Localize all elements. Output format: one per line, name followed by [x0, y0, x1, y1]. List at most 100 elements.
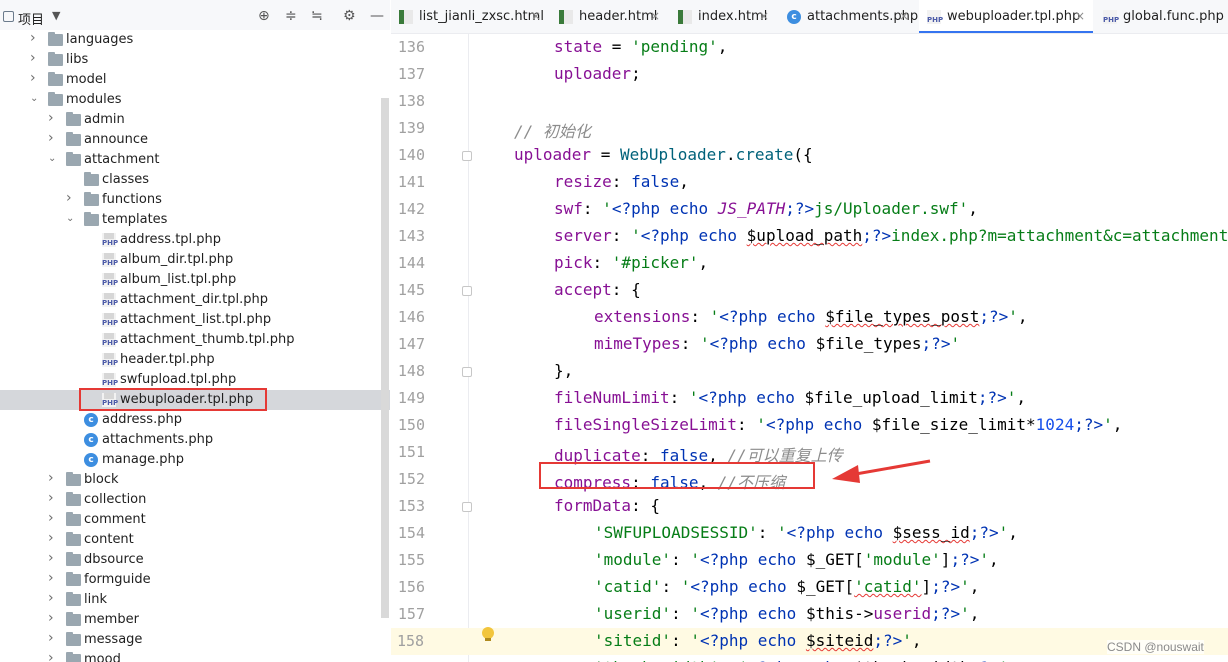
folder-icon — [66, 132, 81, 146]
tree-item[interactable]: › member — [0, 610, 390, 630]
chevron-right-icon[interactable]: › — [66, 190, 76, 206]
tree-item[interactable]: › announce — [0, 130, 390, 150]
code-token: $file_size_limit — [871, 415, 1027, 434]
chevron-right-icon[interactable]: › — [30, 30, 40, 46]
editor-tab[interactable]: c attachments.php × — [779, 0, 918, 33]
line-number: 159 — [391, 655, 425, 662]
code-token: * — [1026, 415, 1036, 434]
chevron-right-icon[interactable]: › — [30, 70, 40, 86]
folder-icon — [84, 212, 99, 226]
chevron-down-icon[interactable]: ⌄ — [30, 93, 40, 104]
tree-item-label: libs — [66, 52, 89, 67]
editor-tab[interactable]: index.html × — [670, 0, 777, 33]
code-token: $upload_path — [746, 226, 863, 245]
tree-item[interactable]: › dbsource — [0, 550, 390, 570]
chevron-right-icon[interactable]: › — [48, 530, 58, 546]
tree-item[interactable]: PHP album_dir.tpl.php — [0, 250, 390, 270]
tree-item[interactable]: PHP header.tpl.php — [0, 350, 390, 370]
chevron-right-icon[interactable]: › — [48, 590, 58, 606]
tree-item[interactable]: PHP attachment_list.tpl.php — [0, 310, 390, 330]
chevron-right-icon[interactable]: › — [30, 50, 40, 66]
code-token: : — [592, 253, 612, 272]
chevron-down-icon[interactable]: ⌄ — [48, 153, 58, 164]
close-icon[interactable]: × — [650, 9, 660, 23]
tree-scrollbar[interactable] — [381, 98, 389, 618]
code-token: index.php?m=attachment&c=attachments&a=u… — [891, 226, 1228, 245]
tree-item[interactable]: › content — [0, 530, 390, 550]
tree-item-label: formguide — [84, 572, 151, 587]
folder-icon — [66, 652, 81, 662]
code-token: <?php echo — [699, 604, 806, 623]
editor-tab[interactable]: PHP global.func.php — [1095, 0, 1228, 33]
tree-item-label: swfupload.tpl.php — [120, 372, 237, 387]
close-icon[interactable]: × — [899, 9, 909, 23]
expand-all-icon[interactable]: ≑ — [285, 8, 297, 24]
tree-item[interactable]: › libs — [0, 50, 390, 70]
code-token: pick — [554, 253, 593, 272]
tree-item[interactable]: ⌄ attachment — [0, 150, 390, 170]
tree-item[interactable]: c attachments.php — [0, 430, 390, 450]
tree-item[interactable]: c manage.php — [0, 450, 390, 470]
tree-item[interactable]: PHP swfupload.tpl.php — [0, 370, 390, 390]
tree-item[interactable]: › languages — [0, 30, 390, 50]
tree-item[interactable]: ⌄ modules — [0, 90, 390, 110]
code-editor[interactable]: state = 'pending', uploader;// 初始化 uploade… — [469, 34, 1228, 662]
close-icon[interactable]: × — [1075, 9, 1085, 23]
gear-icon[interactable]: ⚙ — [343, 8, 356, 24]
code-line: 'module': '<?php echo $_GET['module'];?>… — [469, 547, 1228, 574]
code-token: 'thumb_width' — [594, 658, 719, 662]
tree-item[interactable]: › message — [0, 630, 390, 650]
chevron-right-icon[interactable]: › — [48, 110, 58, 126]
folder-icon — [66, 632, 81, 646]
close-icon[interactable]: × — [759, 9, 769, 23]
code-token: mimeTypes — [594, 334, 681, 353]
code-token: : — [690, 307, 710, 326]
close-icon[interactable]: × — [531, 9, 541, 23]
chevron-right-icon[interactable]: › — [48, 510, 58, 526]
tree-item[interactable]: PHP album_list.tpl.php — [0, 270, 390, 290]
tree-item[interactable]: PHP attachment_thumb.tpl.php — [0, 330, 390, 350]
chevron-right-icon[interactable]: › — [48, 610, 58, 626]
tree-item[interactable]: c address.php — [0, 410, 390, 430]
folder-icon — [48, 52, 63, 66]
chevron-right-icon[interactable]: › — [48, 490, 58, 506]
collapse-all-icon[interactable]: ≒ — [311, 8, 323, 24]
chevron-right-icon[interactable]: › — [48, 470, 58, 486]
chevron-right-icon[interactable]: › — [48, 130, 58, 146]
code-token: ' — [690, 604, 700, 623]
tree-item[interactable]: › link — [0, 590, 390, 610]
tree-item[interactable]: › comment — [0, 510, 390, 530]
code-token: $this-> — [805, 604, 874, 623]
tree-item[interactable]: PHP address.tpl.php — [0, 230, 390, 250]
code-token: : — [671, 550, 691, 569]
chevron-down-icon[interactable]: ⌄ — [66, 213, 76, 224]
tree-item[interactable]: classes — [0, 170, 390, 190]
project-panel-title[interactable]: 项目 — [18, 9, 44, 28]
tree-item[interactable]: › block — [0, 470, 390, 490]
tree-item[interactable]: ⌄ templates — [0, 210, 390, 230]
chevron-right-icon[interactable]: › — [48, 570, 58, 586]
locate-icon[interactable]: ⊕ — [258, 8, 270, 24]
chevron-right-icon[interactable]: › — [48, 630, 58, 646]
annotation-arrow — [832, 459, 931, 483]
line-number: 154 — [397, 524, 425, 542]
chevron-right-icon[interactable]: › — [48, 650, 58, 662]
tree-item[interactable]: › mood — [0, 650, 390, 662]
tree-item[interactable]: › model — [0, 70, 390, 90]
tree-item[interactable]: › formguide — [0, 570, 390, 590]
code-token: = — [602, 37, 632, 56]
chevron-down-icon[interactable]: ▼ — [52, 9, 60, 22]
code-token: : — [669, 388, 689, 407]
code-token: ' — [690, 550, 700, 569]
chevron-right-icon[interactable]: › — [48, 550, 58, 566]
editor-tab[interactable]: PHP webuploader.tpl.php × — [919, 0, 1093, 33]
tree-item[interactable]: › functions — [0, 190, 390, 210]
tree-item[interactable]: PHP attachment_dir.tpl.php — [0, 290, 390, 310]
minimize-icon[interactable]: — — [370, 8, 384, 24]
tree-item[interactable]: › collection — [0, 490, 390, 510]
editor-tab[interactable]: list_jianli_zxsc.html × — [391, 0, 549, 33]
lightbulb-icon[interactable] — [482, 627, 494, 641]
tree-item[interactable]: › admin — [0, 110, 390, 130]
editor-tab[interactable]: header.html × — [551, 0, 668, 33]
code-token: : — [680, 334, 700, 353]
